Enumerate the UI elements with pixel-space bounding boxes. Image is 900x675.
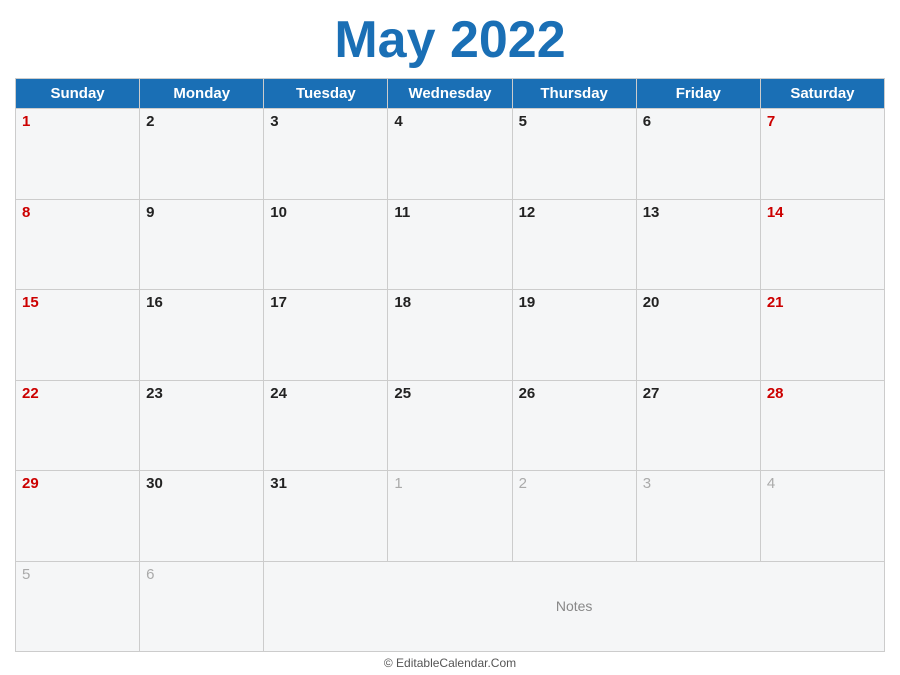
calendar-page: May 2022 Sunday Monday Tuesday Wednesday… bbox=[0, 0, 900, 675]
calendar-day: 30 bbox=[140, 471, 264, 562]
calendar-day: 23 bbox=[140, 380, 264, 471]
header-row: Sunday Monday Tuesday Wednesday Thursday… bbox=[16, 79, 885, 109]
header-thursday: Thursday bbox=[512, 79, 636, 109]
calendar-body: 1234567891011121314151617181920212223242… bbox=[16, 109, 885, 652]
header-saturday: Saturday bbox=[760, 79, 884, 109]
calendar-day: 5 bbox=[512, 109, 636, 200]
calendar-day: 19 bbox=[512, 290, 636, 381]
calendar-day: 4 bbox=[388, 109, 512, 200]
calendar-day: 22 bbox=[16, 380, 140, 471]
notes-cell: Notes bbox=[264, 561, 885, 652]
calendar-day: 6 bbox=[636, 109, 760, 200]
footer-copyright: © EditableCalendar.Com bbox=[384, 656, 516, 670]
calendar-day: 29 bbox=[16, 471, 140, 562]
calendar-day: 15 bbox=[16, 290, 140, 381]
header-friday: Friday bbox=[636, 79, 760, 109]
calendar-title: May 2022 bbox=[334, 10, 565, 70]
header-sunday: Sunday bbox=[16, 79, 140, 109]
calendar-day: 27 bbox=[636, 380, 760, 471]
calendar-day: 2 bbox=[512, 471, 636, 562]
calendar-day: 31 bbox=[264, 471, 388, 562]
calendar-week-row: 22232425262728 bbox=[16, 380, 885, 471]
calendar-week-row: 56Notes bbox=[16, 561, 885, 652]
calendar-day: 7 bbox=[760, 109, 884, 200]
calendar-week-row: 1234567 bbox=[16, 109, 885, 200]
calendar-day: 1 bbox=[16, 109, 140, 200]
calendar-day: 6 bbox=[140, 561, 264, 652]
calendar-day: 14 bbox=[760, 199, 884, 290]
calendar-day: 9 bbox=[140, 199, 264, 290]
calendar-day: 2 bbox=[140, 109, 264, 200]
calendar-week-row: 891011121314 bbox=[16, 199, 885, 290]
calendar-week-row: 2930311234 bbox=[16, 471, 885, 562]
calendar-day: 11 bbox=[388, 199, 512, 290]
calendar-day: 18 bbox=[388, 290, 512, 381]
calendar-day: 3 bbox=[264, 109, 388, 200]
calendar-day: 1 bbox=[388, 471, 512, 562]
calendar-day: 4 bbox=[760, 471, 884, 562]
calendar-table: Sunday Monday Tuesday Wednesday Thursday… bbox=[15, 78, 885, 652]
calendar-day: 5 bbox=[16, 561, 140, 652]
calendar-day: 13 bbox=[636, 199, 760, 290]
calendar-day: 28 bbox=[760, 380, 884, 471]
header-tuesday: Tuesday bbox=[264, 79, 388, 109]
header-monday: Monday bbox=[140, 79, 264, 109]
calendar-week-row: 15161718192021 bbox=[16, 290, 885, 381]
calendar-day: 26 bbox=[512, 380, 636, 471]
calendar-day: 3 bbox=[636, 471, 760, 562]
calendar-day: 16 bbox=[140, 290, 264, 381]
calendar-day: 8 bbox=[16, 199, 140, 290]
calendar-day: 24 bbox=[264, 380, 388, 471]
calendar-day: 25 bbox=[388, 380, 512, 471]
calendar-day: 12 bbox=[512, 199, 636, 290]
calendar-day: 17 bbox=[264, 290, 388, 381]
calendar-day: 20 bbox=[636, 290, 760, 381]
calendar-day: 10 bbox=[264, 199, 388, 290]
header-wednesday: Wednesday bbox=[388, 79, 512, 109]
calendar-day: 21 bbox=[760, 290, 884, 381]
